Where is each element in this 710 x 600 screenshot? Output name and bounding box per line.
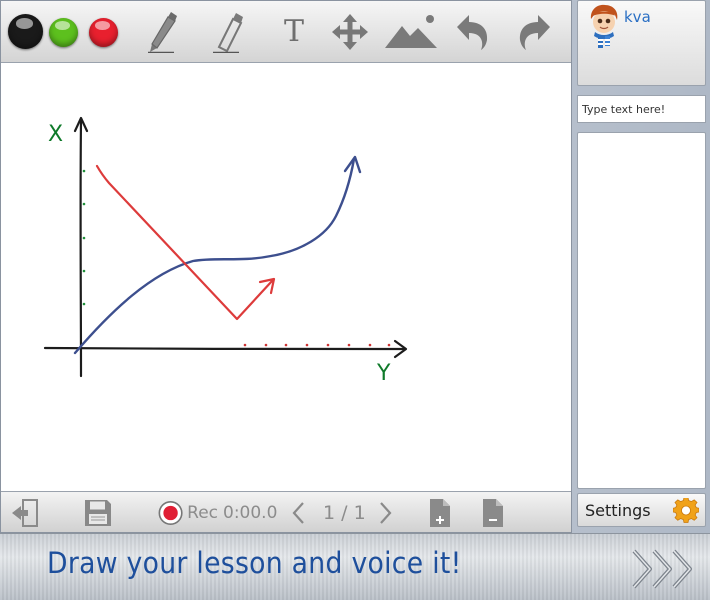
eraser-icon	[213, 13, 243, 53]
pencil-tool-button[interactable]	[141, 7, 181, 57]
record-button[interactable]: Rec	[158, 492, 218, 533]
settings-label: Settings	[585, 500, 651, 520]
chevron-left-icon	[292, 501, 304, 524]
previous-page-button[interactable]	[291, 492, 307, 533]
triple-chevron-right-icon[interactable]	[630, 548, 700, 590]
color-green-button[interactable]	[49, 18, 78, 47]
gear-icon	[673, 498, 699, 523]
avatar	[590, 4, 618, 48]
axis-tick	[264, 343, 268, 347]
promo-banner: Draw your lesson and voice it!	[0, 533, 710, 600]
axis-tick	[284, 343, 288, 347]
chat-log[interactable]	[577, 132, 706, 489]
text-tool-button[interactable]: T	[276, 7, 312, 57]
axis-tick	[82, 202, 86, 206]
blue-curve	[73, 157, 356, 355]
bottom-toolbar: Rec 0:00.0 1 / 1	[1, 491, 571, 532]
horizontal-axis-line	[43, 346, 407, 351]
chat-input[interactable]	[577, 95, 706, 123]
record-label: Rec	[187, 502, 218, 523]
banner-slogan: Draw your lesson and voice it!	[47, 546, 462, 580]
axis-tick	[82, 169, 86, 173]
horizontal-axis-ticks	[243, 343, 391, 347]
sketch: X Y	[43, 116, 408, 386]
x-axis-label: X	[48, 122, 63, 147]
axis-tick	[387, 343, 391, 347]
save-icon	[85, 499, 111, 526]
exit-button[interactable]	[9, 492, 43, 533]
page-indicator: 1 / 1	[323, 501, 366, 524]
record-icon	[158, 500, 183, 525]
user-name: kva	[624, 8, 651, 26]
image-tool-button[interactable]	[384, 7, 438, 57]
delete-page-button[interactable]	[482, 492, 506, 533]
save-button[interactable]	[84, 492, 114, 533]
next-page-button[interactable]	[379, 492, 395, 533]
axis-tick	[305, 343, 309, 347]
vertical-axis-ticks	[82, 169, 86, 306]
redo-icon	[519, 15, 550, 50]
text-icon: T	[283, 14, 304, 49]
whiteboard-area: T X Y Rec 0:00.0 1 / 1	[0, 0, 572, 533]
image-icon	[385, 15, 437, 48]
app-window: T X Y Rec 0:00.0 1 / 1 kva Type text her…	[0, 0, 710, 600]
axis-tick	[368, 343, 372, 347]
drawing-toolbar: T	[1, 1, 571, 63]
axis-tick	[326, 343, 330, 347]
undo-button[interactable]	[453, 7, 491, 57]
settings-button[interactable]: Settings	[577, 493, 706, 527]
undo-icon	[457, 15, 488, 50]
add-page-button[interactable]	[429, 492, 453, 533]
drawing-canvas[interactable]: X Y	[1, 63, 571, 491]
chevron-right-icon	[380, 501, 392, 524]
axis-tick	[82, 302, 86, 306]
add-page-icon	[430, 498, 450, 527]
delete-page-icon	[483, 498, 503, 527]
user-card: kva	[577, 0, 706, 86]
exit-icon	[12, 498, 38, 527]
axis-tick	[347, 343, 351, 347]
record-timer: 0:00.0	[223, 502, 278, 523]
redo-button[interactable]	[516, 7, 554, 57]
red-line	[95, 164, 274, 321]
color-red-button[interactable]	[89, 18, 118, 47]
y-axis-label: Y	[376, 361, 391, 386]
pencil-icon	[148, 12, 177, 53]
axis-tick	[243, 343, 247, 347]
move-icon	[332, 14, 368, 50]
move-tool-button[interactable]	[329, 7, 371, 57]
eraser-tool-button[interactable]	[206, 7, 246, 57]
axis-tick	[82, 269, 86, 273]
axis-tick	[82, 236, 86, 240]
color-black-button[interactable]	[8, 14, 43, 49]
